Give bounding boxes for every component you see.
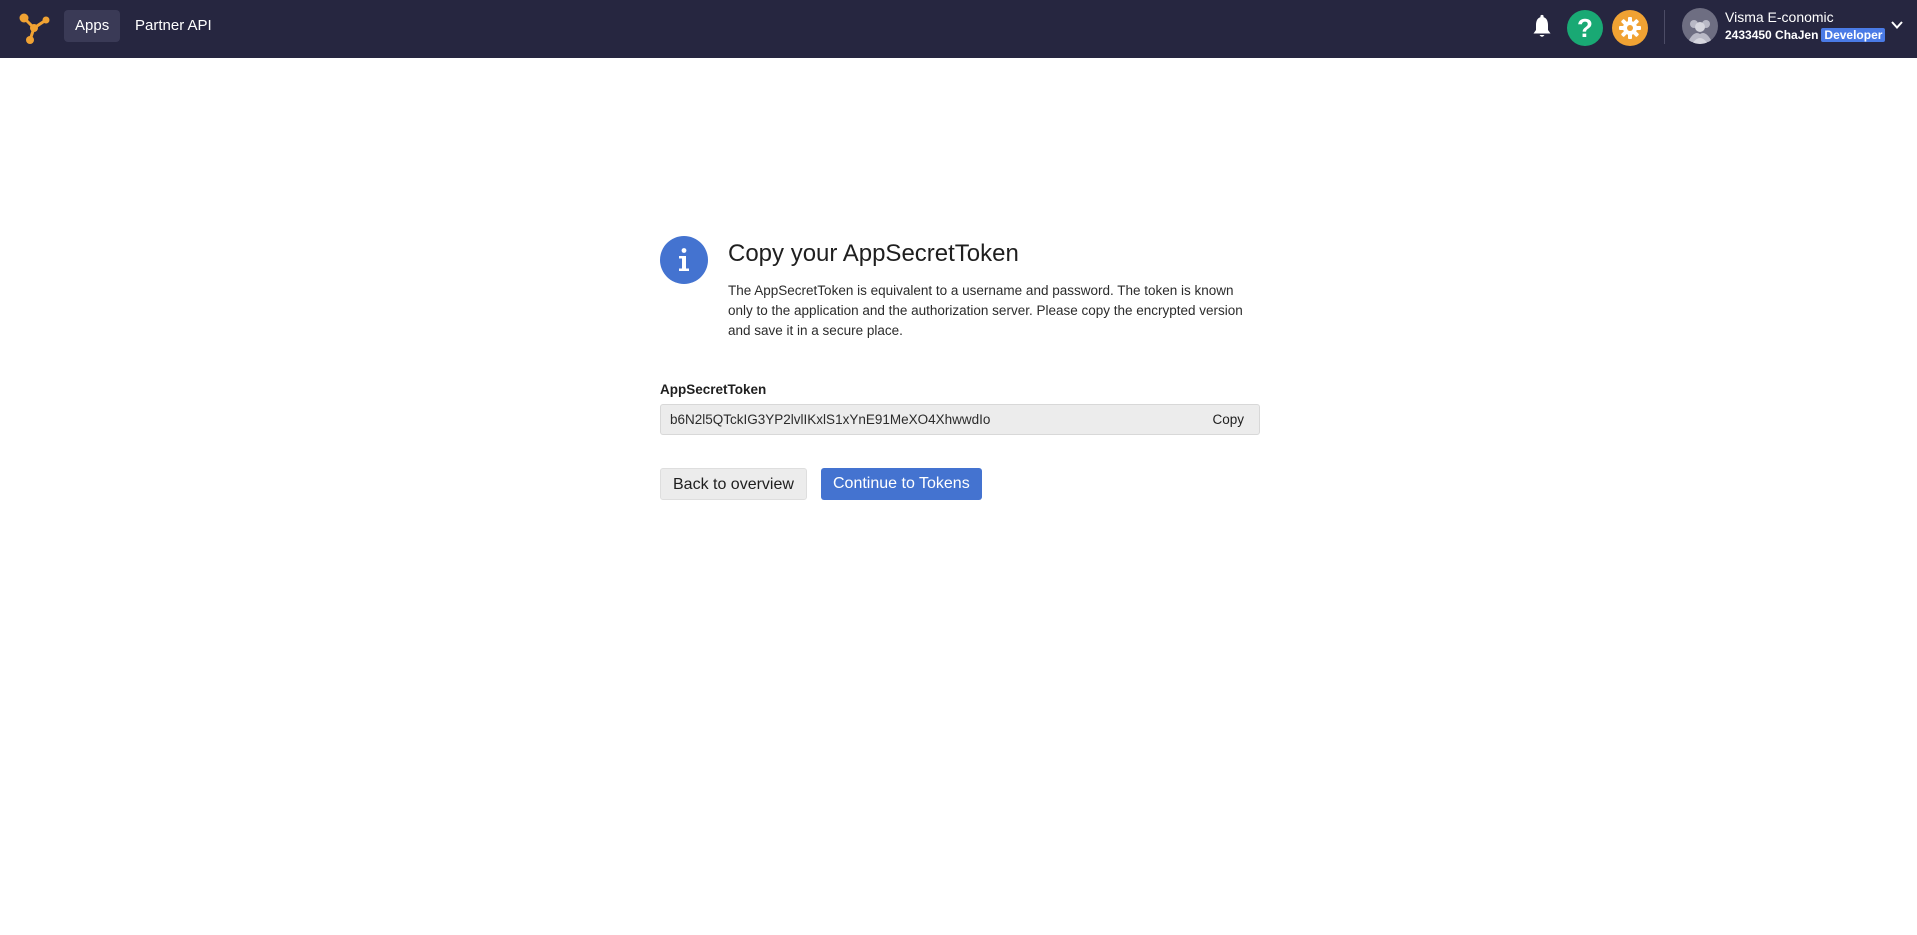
description-text: The AppSecretToken is equivalent to a us… (728, 283, 1243, 338)
account-id: 2433450 ChaJen (1725, 28, 1819, 42)
help-button[interactable]: ? (1567, 10, 1603, 46)
user-name[interactable]: Visma E-conomic (1725, 9, 1834, 25)
continue-to-tokens-button[interactable]: Continue to Tokens (821, 468, 982, 500)
nav-item-apps[interactable]: Apps (64, 10, 121, 42)
user-account[interactable]: 2433450 ChaJen Developer (1725, 28, 1886, 42)
header-divider (1664, 10, 1665, 44)
nav-item-partner-api[interactable]: Partner API (124, 10, 223, 42)
token-value[interactable]: b6N2l5QTckIG3YP2lvlIKxlS1xYnE91MeXO4Xhww… (670, 412, 990, 427)
users-icon (1688, 20, 1712, 44)
question-icon: ? (1577, 12, 1593, 43)
network-nodes-logo[interactable] (16, 10, 52, 46)
back-to-overview-button[interactable]: Back to overview (660, 468, 807, 500)
avatar[interactable] (1682, 8, 1718, 44)
top-navigation-bar: Apps Partner API ? Visma E-conomic 24334… (0, 0, 1917, 58)
gear-icon (1619, 17, 1641, 39)
chevron-down-icon[interactable] (1890, 18, 1904, 32)
info-icon (660, 236, 708, 284)
role-badge: Developer (1821, 28, 1886, 42)
token-field-label: AppSecretToken (660, 382, 767, 397)
settings-button[interactable] (1612, 10, 1648, 46)
token-field[interactable]: b6N2l5QTckIG3YP2lvlIKxlS1xYnE91MeXO4Xhww… (660, 404, 1260, 435)
bell-icon[interactable] (1530, 14, 1554, 40)
copy-button[interactable]: Copy (1212, 412, 1244, 427)
page-title: Copy your AppSecretToken (728, 240, 1019, 267)
